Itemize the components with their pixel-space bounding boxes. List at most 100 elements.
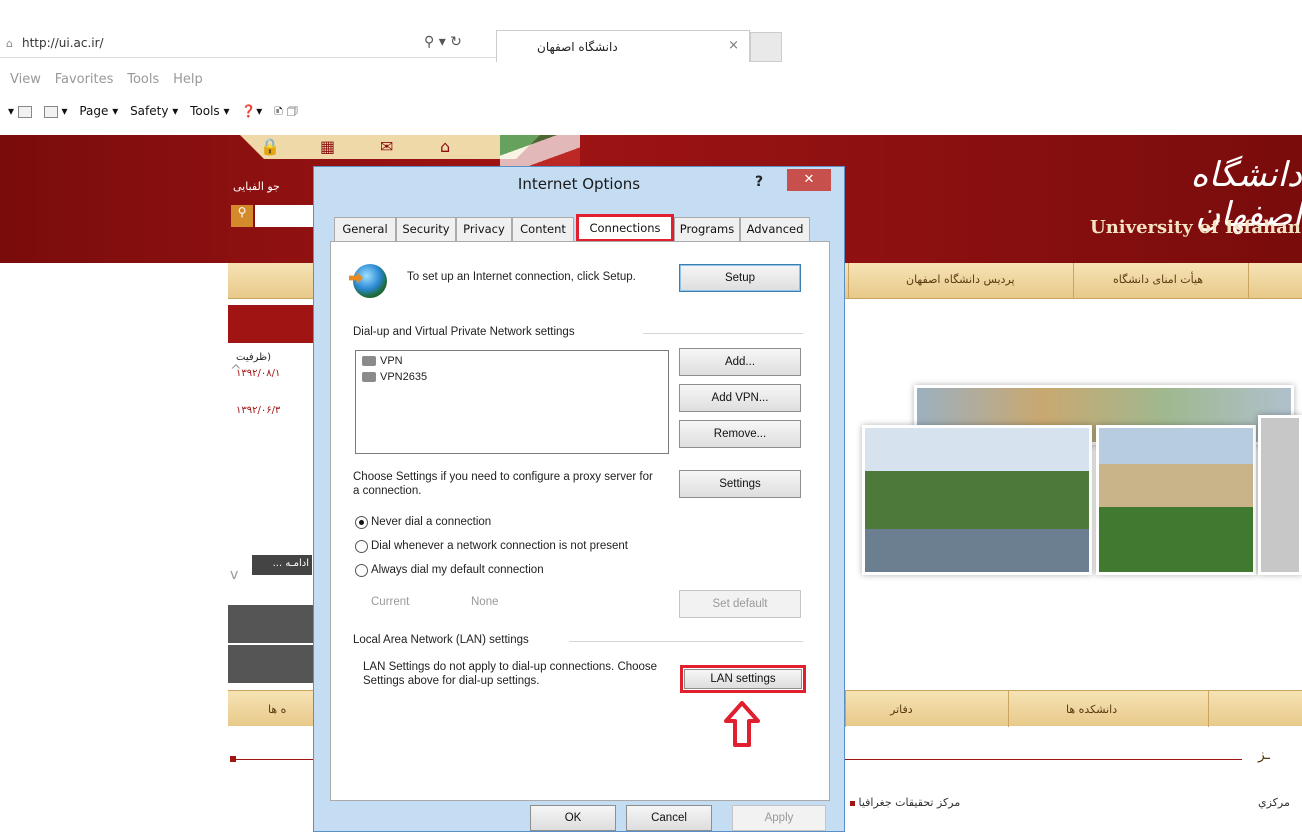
safety-menu[interactable]: Safety ▾	[130, 104, 178, 118]
add-button[interactable]: Add...	[679, 348, 801, 376]
tab-advanced[interactable]: Advanced	[740, 217, 810, 241]
gallery-photo[interactable]	[1258, 415, 1302, 575]
nav-separator	[1208, 691, 1209, 727]
help-icon[interactable]: ❓▾	[241, 104, 262, 118]
menu-favorites[interactable]: Favorites	[55, 72, 114, 87]
connections-panel: To set up an Internet connection, click …	[330, 241, 830, 801]
site-search-input[interactable]	[255, 205, 315, 227]
logo-english: University of Isfahan	[1090, 217, 1301, 238]
menu-help[interactable]: Help	[173, 72, 203, 87]
ok-button[interactable]: OK	[530, 805, 616, 831]
browser-chrome: ⌂ http://ui.ac.ir/ ⚲ ▾ ↻ دانشگاه اصفهان …	[0, 0, 1302, 135]
radio-dial-when-needed-label[interactable]: Dial whenever a network connection is no…	[371, 540, 628, 552]
gallery-photo[interactable]	[1096, 425, 1256, 575]
alphabet-label[interactable]: جو الفبایی	[233, 180, 280, 193]
site-search-icon[interactable]: ⚲	[231, 205, 253, 227]
news-date: ۱۳۹۲/۰۶/۳	[236, 405, 281, 416]
set-default-button[interactable]: Set default	[679, 590, 801, 618]
centers-title: ـز	[1258, 747, 1270, 763]
page-menu[interactable]: Page ▾	[79, 104, 118, 118]
group-divider	[569, 641, 803, 642]
apply-button[interactable]: Apply	[732, 805, 826, 831]
tab-programs[interactable]: Programs	[674, 217, 740, 241]
vpn-icon	[362, 356, 376, 367]
setup-button[interactable]: Setup	[679, 264, 801, 292]
nav-faculties[interactable]: دانشکده ها	[1066, 703, 1117, 716]
radio-never-dial-label[interactable]: Never dial a connection	[371, 516, 491, 528]
news-more-button[interactable]: ادامـه ...	[252, 555, 312, 575]
nav-separator	[845, 691, 846, 727]
menu-tools[interactable]: Tools	[127, 72, 159, 87]
tab-privacy[interactable]: Privacy	[456, 217, 512, 241]
lock-icon[interactable]: 🔒	[260, 137, 280, 156]
tab-content[interactable]: Content	[512, 217, 574, 241]
news-date: ۱۳۹۲/۰۸/۱	[236, 368, 281, 379]
list-item[interactable]: VPN	[362, 355, 403, 367]
nav-separator	[1008, 691, 1009, 727]
radio-never-dial[interactable]	[355, 516, 368, 529]
vpn-item-label: VPN2635	[380, 371, 428, 383]
tab-general[interactable]: General	[334, 217, 396, 241]
settings-button[interactable]: Settings	[679, 470, 801, 498]
nav-pardis[interactable]: پردیس دانشگاه اصفهان	[906, 273, 1015, 286]
search-icon[interactable]: ⚲ ▾ ↻	[424, 34, 462, 50]
dark-panel	[228, 605, 318, 643]
quick-links: 🔒 ▦ ✉ ⌂	[240, 135, 540, 159]
address-url[interactable]: http://ui.ac.ir/	[22, 36, 104, 50]
addon-icon[interactable]: 🗈 🗇	[274, 102, 298, 123]
tab-close-icon[interactable]: ×	[728, 38, 739, 53]
add-vpn-button[interactable]: Add VPN...	[679, 384, 801, 412]
news-header	[228, 305, 318, 343]
current-label: Current	[371, 596, 410, 608]
browser-tab[interactable]: دانشگاه اصفهان ×	[496, 30, 750, 62]
dialog-title: Internet Options	[517, 175, 641, 193]
lan-text: LAN Settings do not apply to dial-up con…	[363, 661, 658, 687]
lan-group-label: Local Area Network (LAN) settings	[353, 634, 529, 646]
lan-settings-button[interactable]: LAN settings	[684, 669, 802, 689]
current-value: None	[471, 596, 499, 608]
tab-security[interactable]: Security	[396, 217, 456, 241]
home-icon[interactable]: ⌂	[440, 137, 450, 156]
remove-button[interactable]: Remove...	[679, 420, 801, 448]
radio-dial-when-needed[interactable]	[355, 540, 368, 553]
sitemap-icon[interactable]: ▦	[320, 137, 335, 156]
nav-offices[interactable]: دفاتر	[890, 703, 913, 716]
scroll-down-icon[interactable]: v	[230, 567, 238, 583]
feeds-icon[interactable]: ▾	[8, 104, 32, 118]
gallery-photo[interactable]	[862, 425, 1092, 575]
radio-always-dial[interactable]	[355, 564, 368, 577]
new-tab-button[interactable]	[750, 32, 782, 62]
cancel-button[interactable]: Cancel	[626, 805, 712, 831]
vpn-icon	[362, 372, 376, 383]
center-link-label: مرکز تحقیقات جغرافیا	[858, 796, 961, 809]
print-icon[interactable]: ▾	[43, 104, 68, 118]
list-item[interactable]: VPN2635	[362, 371, 427, 383]
command-bar: ▾ ▾ Page ▾ Safety ▾ Tools ▾ ❓▾ 🗈 🗇	[0, 102, 298, 124]
group-divider	[643, 333, 803, 334]
radio-always-dial-label[interactable]: Always dial my default connection	[371, 564, 544, 576]
tools-menu[interactable]: Tools ▾	[190, 104, 229, 118]
campus-photo-gallery[interactable]	[844, 375, 1302, 595]
help-icon[interactable]: ?	[755, 174, 763, 190]
menu-bar: View Favorites Tools Help	[0, 72, 203, 92]
proxy-text: Choose Settings if you need to configure…	[353, 471, 653, 497]
red-arrow-icon	[724, 701, 760, 747]
nav-separator	[848, 263, 849, 299]
nav-separator	[1248, 263, 1249, 299]
tab-connections[interactable]: Connections	[576, 214, 674, 242]
address-bar[interactable]: ⌂ http://ui.ac.ir/ ⚲ ▾ ↻	[0, 30, 500, 58]
page-icon: ⌂	[6, 37, 13, 50]
nav-left-item[interactable]: ه ها	[268, 703, 286, 716]
mail-icon[interactable]: ✉	[380, 137, 393, 156]
vpn-list[interactable]: VPN VPN2635	[355, 350, 669, 454]
nav-board[interactable]: هیأت امنای دانشگاه	[1113, 273, 1203, 286]
vpn-item-label: VPN	[380, 355, 403, 367]
menu-view[interactable]: View	[10, 72, 41, 87]
center-link[interactable]: مرکز تحقیقات جغرافیا	[845, 796, 960, 809]
close-button[interactable]: ✕	[787, 169, 831, 191]
news-item[interactable]: ظرفیت)	[236, 352, 271, 363]
dark-panel	[228, 645, 318, 683]
tab-title: دانشگاه اصفهان	[537, 40, 618, 54]
dialup-group-label: Dial-up and Virtual Private Network sett…	[353, 326, 575, 338]
center-link[interactable]: مرکزي	[1258, 796, 1290, 809]
